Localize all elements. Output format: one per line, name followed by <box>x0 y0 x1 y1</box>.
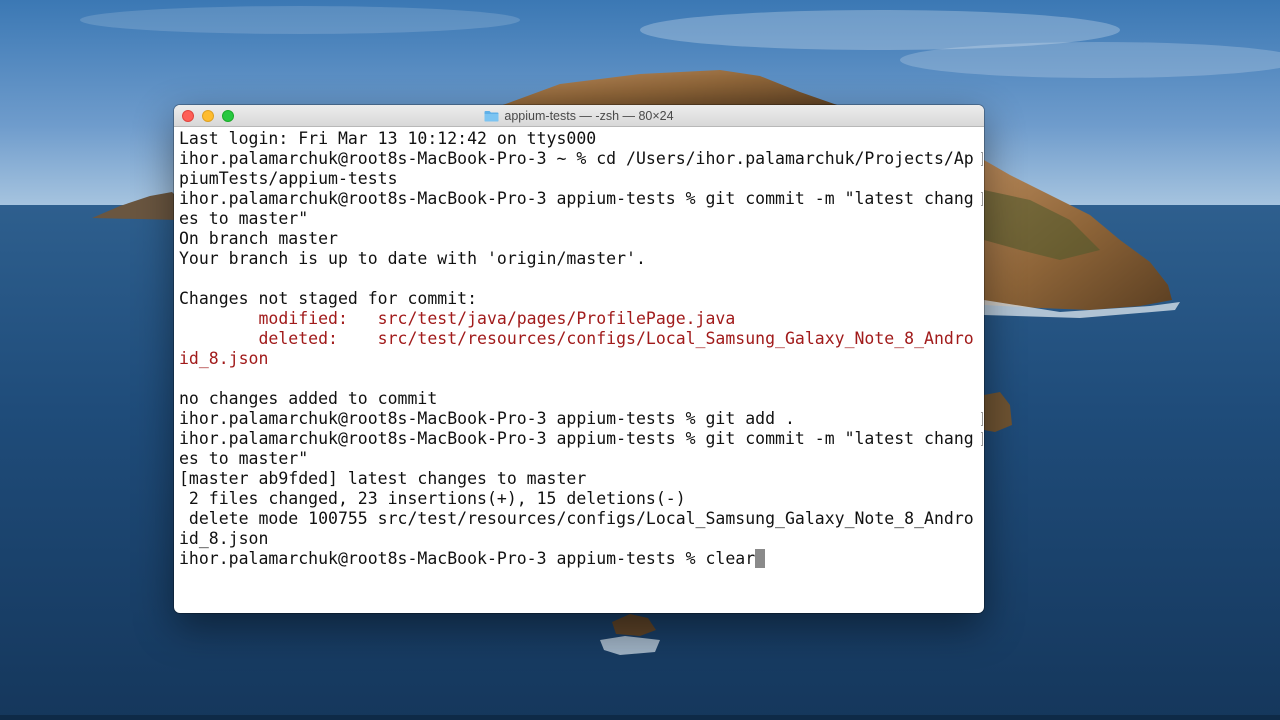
terminal-line: no changes added to commit <box>179 389 983 409</box>
terminal-line-text: modified: src/test/java/pages/ProfilePag… <box>179 309 736 328</box>
terminal-line-text: Changes not staged for commit: <box>179 289 478 308</box>
terminal-line: ihor.palamarchuk@root8s-MacBook-Pro-3 ap… <box>179 409 983 429</box>
terminal-line-text: es to master" <box>179 209 309 228</box>
terminal-line-text: 2 files changed, 23 insertions(+), 15 de… <box>179 489 686 508</box>
line-wrap-mark <box>981 432 983 446</box>
terminal-line-text: ihor.palamarchuk@root8s-MacBook-Pro-3 ap… <box>179 189 974 208</box>
terminal-line-text: deleted: src/test/resources/configs/Loca… <box>179 329 974 348</box>
terminal-line-text: ihor.palamarchuk@root8s-MacBook-Pro-3 ap… <box>179 429 974 448</box>
terminal-output[interactable]: Last login: Fri Mar 13 10:12:42 on ttys0… <box>179 129 983 609</box>
terminal-line: ihor.palamarchuk@root8s-MacBook-Pro-3 ~ … <box>179 149 983 169</box>
terminal-line-text: On branch master <box>179 229 338 248</box>
terminal-line-text: ihor.palamarchuk@root8s-MacBook-Pro-3 ap… <box>179 549 756 568</box>
terminal-line-text: id_8.json <box>179 529 269 548</box>
terminal-line-text: no changes added to commit <box>179 389 438 408</box>
terminal-line: Your branch is up to date with 'origin/m… <box>179 249 983 269</box>
terminal-line: es to master" <box>179 449 983 469</box>
terminal-line-text: Last login: Fri Mar 13 10:12:42 on ttys0… <box>179 129 597 148</box>
terminal-line: ihor.palamarchuk@root8s-MacBook-Pro-3 ap… <box>179 189 983 209</box>
terminal-line-text: Your branch is up to date with 'origin/m… <box>179 249 646 268</box>
terminal-line-text: es to master" <box>179 449 309 468</box>
window-titlebar[interactable]: appium-tests — -zsh — 80×24 <box>174 105 984 127</box>
folder-icon <box>484 111 499 122</box>
line-wrap-mark <box>981 192 983 206</box>
terminal-line: Changes not staged for commit: <box>179 289 983 309</box>
terminal-line: On branch master <box>179 229 983 249</box>
terminal-line: id_8.json <box>179 529 983 549</box>
terminal-line: es to master" <box>179 209 983 229</box>
terminal-line: 2 files changed, 23 insertions(+), 15 de… <box>179 489 983 509</box>
terminal-line: id_8.json <box>179 349 983 369</box>
terminal-line-text: id_8.json <box>179 349 269 368</box>
terminal-line: modified: src/test/java/pages/ProfilePag… <box>179 309 983 329</box>
terminal-line: delete mode 100755 src/test/resources/co… <box>179 509 983 529</box>
window-title-group: appium-tests — -zsh — 80×24 <box>174 105 984 127</box>
terminal-line: ihor.palamarchuk@root8s-MacBook-Pro-3 ap… <box>179 429 983 449</box>
window-title: appium-tests — -zsh — 80×24 <box>504 109 674 123</box>
terminal-line-text: piumTests/appium-tests <box>179 169 398 188</box>
text-cursor <box>755 549 766 568</box>
terminal-line-text: [master ab9fded] latest changes to maste… <box>179 469 587 488</box>
terminal-line-text: ihor.palamarchuk@root8s-MacBook-Pro-3 ap… <box>179 409 795 428</box>
line-wrap-mark <box>981 152 983 166</box>
line-wrap-mark <box>981 412 983 426</box>
terminal-line-text: ihor.palamarchuk@root8s-MacBook-Pro-3 ~ … <box>179 149 974 168</box>
terminal-line: Last login: Fri Mar 13 10:12:42 on ttys0… <box>179 129 983 149</box>
terminal-line-text: delete mode 100755 src/test/resources/co… <box>179 509 974 528</box>
terminal-line: ihor.palamarchuk@root8s-MacBook-Pro-3 ap… <box>179 549 983 569</box>
terminal-line: [master ab9fded] latest changes to maste… <box>179 469 983 489</box>
terminal-window[interactable]: appium-tests — -zsh — 80×24 Last login: … <box>174 105 984 613</box>
terminal-line: deleted: src/test/resources/configs/Loca… <box>179 329 983 349</box>
terminal-line: piumTests/appium-tests <box>179 169 983 189</box>
